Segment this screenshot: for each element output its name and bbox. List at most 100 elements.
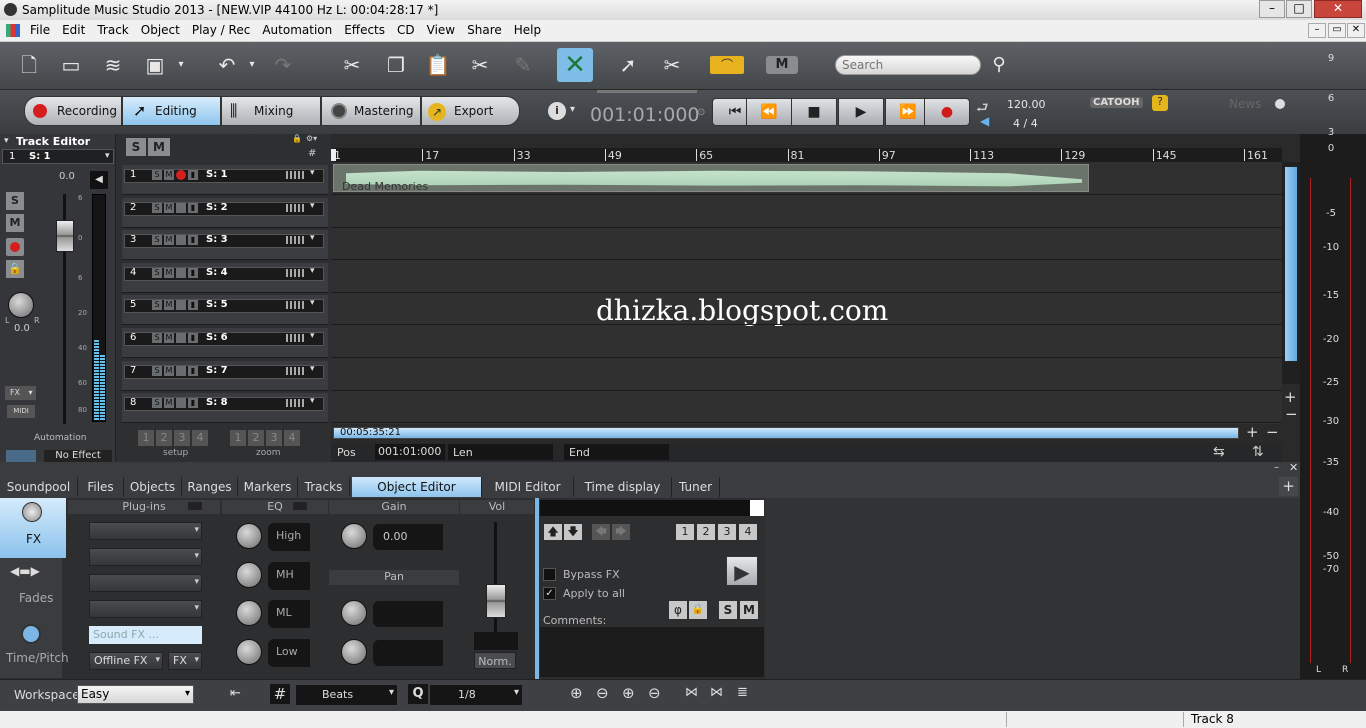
tab-soundpool[interactable]: Soundpool bbox=[0, 477, 78, 497]
open-folder-icon[interactable]: ▭ bbox=[56, 50, 86, 80]
mdi-close-button[interactable]: ✕ bbox=[1347, 23, 1365, 38]
timeline-ruler[interactable]: 1 17 33 49 65 81 97 113 129 145 161 bbox=[331, 148, 1282, 162]
tip-icon[interactable]: ? bbox=[1152, 95, 1168, 111]
eq-low-field[interactable]: Low bbox=[268, 639, 310, 667]
playhead-marker-icon[interactable] bbox=[331, 149, 336, 161]
tab-files[interactable]: Files bbox=[78, 477, 124, 497]
menu-cd[interactable]: CD bbox=[391, 20, 421, 37]
sound-fx-input[interactable]: Sound FX ... bbox=[89, 626, 202, 644]
crossfade-icon[interactable]: ✕ bbox=[557, 48, 593, 82]
collapse-icon[interactable]: ▾ bbox=[4, 136, 9, 146]
track-mute-button[interactable]: M bbox=[164, 398, 174, 409]
zoom-vertical-in-icon[interactable]: ⊕ bbox=[622, 684, 635, 702]
lock-button[interactable]: 🔒 bbox=[689, 601, 707, 619]
gain-knob[interactable] bbox=[341, 523, 367, 549]
chevron-down-icon[interactable]: ▾ bbox=[310, 364, 315, 374]
grid-icon[interactable]: # bbox=[308, 148, 316, 159]
search-input[interactable] bbox=[835, 55, 981, 75]
save-dropdown-icon[interactable]: ▾ bbox=[174, 50, 188, 80]
tab-ranges[interactable]: Ranges bbox=[182, 477, 238, 497]
pan-field-2[interactable] bbox=[373, 640, 443, 666]
track-record-button[interactable] bbox=[176, 398, 186, 409]
panel-close-button[interactable]: ✕ bbox=[1289, 461, 1298, 474]
track-record-button[interactable] bbox=[176, 333, 186, 343]
normalize-button[interactable]: Norm. bbox=[474, 652, 516, 669]
info-icon[interactable]: i bbox=[548, 102, 566, 120]
play-button[interactable]: ▶ bbox=[838, 98, 884, 126]
gain-value[interactable]: 0.00 bbox=[373, 524, 443, 550]
track-monitor-button[interactable]: ▮ bbox=[188, 202, 198, 213]
eq-mh-knob[interactable] bbox=[236, 562, 262, 588]
time-signature[interactable]: 4 / 4 bbox=[1013, 117, 1038, 130]
waveform-zoom-in-icon[interactable]: ⋈ bbox=[685, 685, 698, 700]
horizontal-scrollbar[interactable]: 00:05:35:21 bbox=[333, 427, 1239, 439]
rewind-button[interactable]: ⏪ bbox=[746, 98, 792, 126]
track-monitor-button[interactable]: ▮ bbox=[188, 365, 198, 376]
track-monitor-button[interactable]: ▮ bbox=[188, 398, 198, 409]
track-record-button[interactable] bbox=[176, 365, 186, 376]
side-tab-time-pitch[interactable]: Time/Pitch bbox=[0, 618, 69, 678]
solo-button[interactable]: S bbox=[6, 192, 24, 210]
solo-object-button[interactable]: S bbox=[719, 601, 737, 619]
pan-knob-2[interactable] bbox=[341, 639, 367, 665]
eq-low-knob[interactable] bbox=[236, 639, 262, 665]
mode-recording[interactable]: Recording bbox=[24, 96, 122, 126]
menu-automation[interactable]: Automation bbox=[256, 20, 338, 37]
move-left-button[interactable]: 🡄 bbox=[592, 524, 610, 540]
track-mute-button[interactable]: M bbox=[164, 300, 174, 311]
apply-all-checkbox[interactable]: ✓ bbox=[543, 587, 556, 600]
move-up-button[interactable]: 🡅 bbox=[544, 524, 562, 540]
speaker-icon[interactable]: ◀ bbox=[980, 114, 989, 128]
draw-icon[interactable]: ✎ bbox=[508, 50, 538, 80]
track-header[interactable]: 7 S M ▮ S: 7 ▾ bbox=[122, 360, 328, 391]
paste-icon[interactable]: 📋 bbox=[423, 50, 453, 80]
track-header[interactable]: 4 S M ▮ S: 4 ▾ bbox=[122, 262, 328, 293]
global-solo-button[interactable]: S bbox=[126, 138, 146, 156]
side-tab-fx[interactable]: FX bbox=[0, 498, 66, 558]
eq-mh-field[interactable]: MH bbox=[268, 562, 310, 590]
zoom-in-vertical-button[interactable]: + bbox=[1284, 388, 1297, 406]
eq-high-field[interactable]: High bbox=[268, 523, 310, 551]
plugin-slot-4[interactable]: ▾ bbox=[89, 600, 202, 618]
mode-editing[interactable]: ➚ Editing bbox=[122, 96, 221, 126]
comments-field[interactable] bbox=[540, 627, 764, 677]
zoom-out-icon[interactable]: ⊖ bbox=[596, 684, 609, 702]
plugin-slot-3[interactable]: ▾ bbox=[89, 574, 202, 592]
undo-icon[interactable]: ↶ bbox=[212, 50, 242, 80]
add-tab-button[interactable]: + bbox=[1279, 477, 1298, 496]
midi-button[interactable]: MIDI bbox=[7, 405, 35, 418]
swap-vertical-icon[interactable]: ⇅ bbox=[1252, 444, 1264, 460]
track-mute-button[interactable]: M bbox=[164, 267, 174, 278]
redo-icon[interactable]: ↷ bbox=[268, 50, 298, 80]
chevron-down-icon[interactable]: ▾ bbox=[310, 298, 315, 308]
phase-button[interactable]: φ bbox=[669, 601, 687, 619]
tab-midi-editor[interactable]: MIDI Editor bbox=[482, 477, 574, 497]
track-mute-button[interactable]: M bbox=[164, 170, 174, 180]
track-solo-button[interactable]: S bbox=[152, 170, 162, 180]
fx-dropdown[interactable]: FX ▾ bbox=[168, 652, 202, 670]
zoom-button-3[interactable]: 3 bbox=[266, 430, 282, 446]
mode-mixing[interactable]: ⫼ Mixing bbox=[221, 96, 321, 126]
bypass-fx-checkbox[interactable] bbox=[543, 568, 556, 581]
track-solo-button[interactable]: S bbox=[152, 398, 162, 409]
zoom-in-icon[interactable]: ⊕ bbox=[570, 684, 583, 702]
audio-clip[interactable]: Dead Memories bbox=[333, 164, 1089, 193]
loop-back-icon[interactable]: ⇤ bbox=[230, 686, 241, 701]
pan-knob[interactable] bbox=[8, 292, 34, 318]
m-button[interactable]: M bbox=[766, 56, 798, 74]
cut-tool-icon[interactable]: ✂ bbox=[657, 50, 687, 80]
chevron-down-icon[interactable]: ▾ bbox=[310, 168, 315, 178]
menu-edit[interactable]: Edit bbox=[56, 20, 91, 37]
plugins-toggle[interactable] bbox=[188, 502, 202, 510]
track-record-button[interactable] bbox=[176, 267, 186, 278]
pan-knob-1[interactable] bbox=[341, 600, 367, 626]
menu-track[interactable]: Track bbox=[91, 20, 134, 37]
track-record-button[interactable] bbox=[176, 170, 186, 180]
level-tool-icon[interactable]: ⌒ bbox=[710, 56, 744, 74]
track-record-button[interactable] bbox=[176, 202, 186, 213]
menu-object[interactable]: Object bbox=[135, 20, 186, 37]
setup-button-4[interactable]: 4 bbox=[192, 430, 208, 446]
record-button[interactable]: ● bbox=[924, 98, 970, 126]
lock-icon[interactable]: 🔒 bbox=[292, 134, 302, 143]
global-mute-button[interactable]: M bbox=[148, 138, 170, 156]
